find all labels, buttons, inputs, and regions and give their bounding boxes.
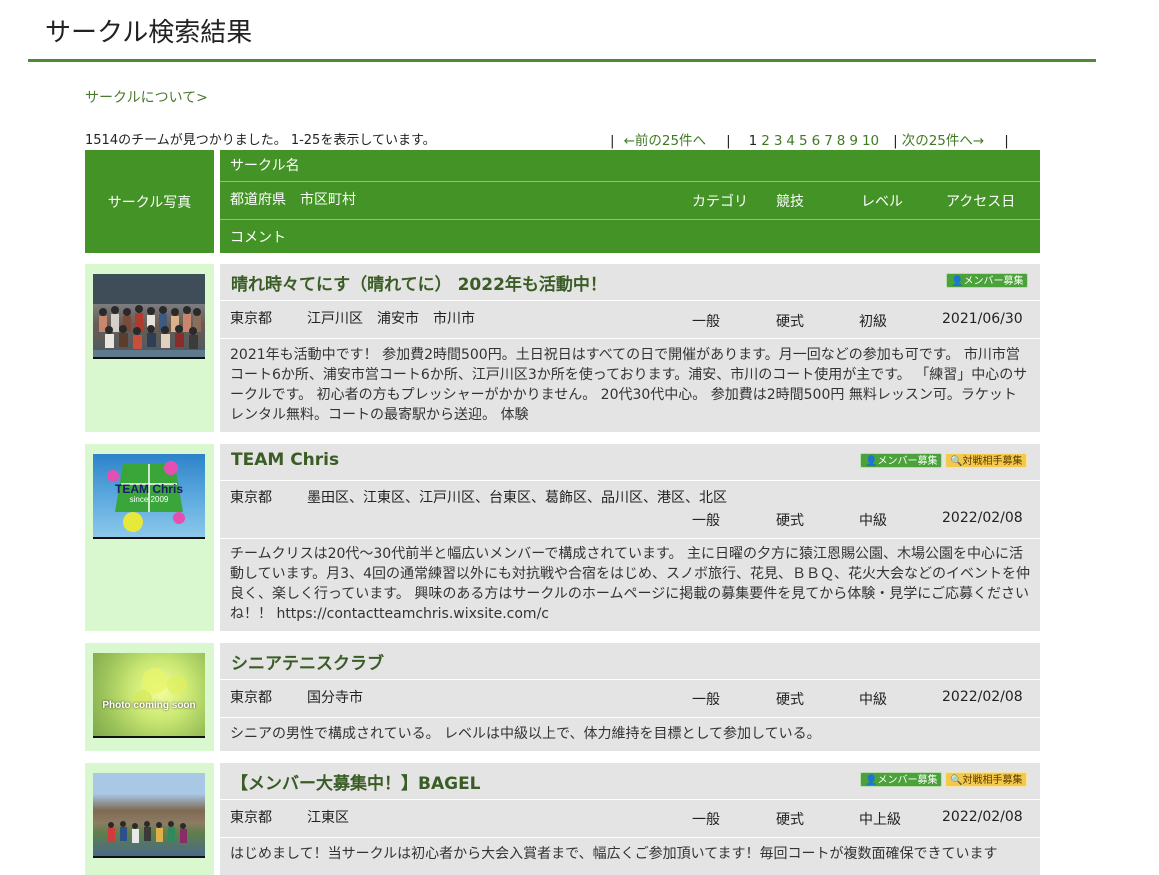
page-9-link[interactable]: 9	[849, 133, 858, 149]
circle-prefecture: 東京都	[230, 311, 272, 327]
next-page-link[interactable]: 次の25件へ→	[902, 133, 985, 149]
header-level: レベル	[861, 194, 903, 210]
circle-category: 一般	[692, 314, 720, 330]
circle-sport: 硬式	[776, 812, 804, 828]
pager-separator: |	[726, 133, 731, 149]
circle-photo-cell	[85, 264, 214, 432]
circle-access-date: 2021/06/30	[942, 311, 1023, 327]
circle-city: 墨田区、江東区、江戸川区、台東区、葛飾区、品川区、港区、北区	[307, 490, 727, 506]
team-logo-text: TEAM Chris	[114, 482, 183, 496]
pager-separator: |	[610, 133, 615, 149]
header-category: カテゴリ	[692, 194, 748, 210]
title-divider	[28, 59, 1096, 62]
circle-name[interactable]: 【メンバー大募集中！】BAGEL	[231, 769, 481, 794]
circle-level: 中級	[859, 692, 887, 708]
circle-card[interactable]: TEAM Chris 👤メンバー募集 🔍対戦相手募集 東京都 墨田区、江東区、江…	[220, 444, 1040, 631]
page-2-link[interactable]: 2	[761, 133, 770, 149]
circle-card[interactable]: 【メンバー大募集中！】BAGEL 👤メンバー募集 🔍対戦相手募集 東京都 江東区…	[220, 763, 1040, 875]
circle-category: 一般	[692, 513, 720, 529]
circle-level: 初級	[859, 314, 887, 330]
person-icon: 👤	[865, 775, 878, 786]
page-5-link[interactable]: 5	[799, 133, 808, 149]
opponent-recruiting-badge: 🔍対戦相手募集	[945, 453, 1028, 468]
member-recruiting-badge: 👤メンバー募集	[946, 273, 1029, 288]
page-title: サークル検索結果	[45, 18, 253, 48]
page-4-link[interactable]: 4	[786, 133, 795, 149]
circle-card[interactable]: シニアテニスクラブ 東京都 国分寺市 一般 硬式 中級 2022/02/08 シ…	[220, 643, 1040, 751]
circle-access-date: 2022/02/08	[942, 689, 1023, 705]
circle-prefecture: 東京都	[230, 810, 272, 826]
circle-name[interactable]: TEAM Chris	[231, 450, 339, 470]
circle-city: 江戸川区 浦安市 市川市	[307, 311, 475, 327]
pagination: | ←前の25件へ | 1 2 3 4 5 6 7 8 9 10 | 次の25件へ→ |	[610, 129, 1018, 149]
circle-card[interactable]: 晴れ時々てにす（晴れてに） 2022年も活動中！ 👤メンバー募集 東京都 江戸川…	[220, 264, 1040, 432]
prev-page-link[interactable]: ←前の25件へ	[624, 133, 707, 149]
circle-access-date: 2022/02/08	[942, 510, 1023, 526]
page-10-link[interactable]: 10	[862, 133, 879, 149]
person-icon: 👤	[951, 276, 964, 287]
circle-photo[interactable]: TEAM Chris since 2009	[93, 454, 205, 539]
photo-placeholder-text: Photo coming soon	[102, 700, 196, 711]
page-7-link[interactable]: 7	[824, 133, 833, 149]
circle-city: 江東区	[307, 810, 349, 826]
result-count: 1514のチームが見つかりました。 1-25を表示しています。	[85, 133, 436, 148]
group-photo-icon	[93, 274, 205, 357]
header-circle-name: サークル名	[230, 158, 300, 174]
circle-photo[interactable]	[93, 773, 205, 858]
search-icon: 🔍	[950, 775, 963, 786]
circle-photo[interactable]: Photo coming soon	[93, 653, 205, 738]
circle-photo-cell: TEAM Chris since 2009	[85, 444, 214, 631]
circle-access-date: 2022/02/08	[942, 809, 1023, 825]
circle-prefecture: 東京都	[230, 690, 272, 706]
circle-name[interactable]: 晴れ時々てにす（晴れてに） 2022年も活動中！	[231, 270, 607, 295]
header-info-column: サークル名 都道府県 市区町村 カテゴリ 競技 レベル アクセス日 コメント	[220, 150, 1040, 253]
header-sport: 競技	[776, 194, 804, 210]
circle-sport: 硬式	[776, 692, 804, 708]
circle-level: 中級	[859, 513, 887, 529]
circle-photo-cell: Photo coming soon	[85, 643, 214, 751]
group-photo-icon	[108, 821, 187, 843]
circle-category: 一般	[692, 692, 720, 708]
team-logo-subtext: since 2009	[129, 495, 169, 504]
page-6-link[interactable]: 6	[812, 133, 821, 149]
page-8-link[interactable]: 8	[837, 133, 846, 149]
header-comment: コメント	[230, 230, 286, 246]
opponent-recruiting-badge: 🔍対戦相手募集	[945, 772, 1028, 787]
pager-separator: |	[1004, 133, 1009, 149]
circle-category: 一般	[692, 812, 720, 828]
circle-photo[interactable]	[93, 274, 205, 359]
circle-sport: 硬式	[776, 513, 804, 529]
circle-prefecture: 東京都	[230, 490, 272, 506]
page-1: 1	[748, 133, 758, 149]
about-circles-link[interactable]: サークルについて>	[85, 87, 208, 107]
circle-sport: 硬式	[776, 314, 804, 330]
circle-photo-cell	[85, 763, 214, 875]
circle-city: 国分寺市	[307, 690, 363, 706]
header-access-date: アクセス日	[946, 194, 1016, 210]
header-location: 都道府県 市区町村	[230, 192, 356, 208]
circle-comment: チームクリスは20代〜30代前半と幅広いメンバーで構成されています。 主に日曜の…	[230, 546, 1030, 622]
circle-comment: はじめまして！当サークルは初心者から大会入賞者まで、幅広くご参加頂いてます！毎回…	[230, 846, 998, 862]
person-icon: 👤	[865, 456, 878, 467]
member-recruiting-badge: 👤メンバー募集	[860, 453, 943, 468]
member-recruiting-badge: 👤メンバー募集	[860, 772, 943, 787]
search-icon: 🔍	[950, 456, 963, 467]
circle-comment: シニアの男性で構成されている。 レベルは中級以上で、体力維持を目標として参加して…	[230, 726, 821, 742]
pager-separator: |	[893, 133, 898, 149]
circle-comment: 2021年も活動中です！ 参加費2時間500円。土日祝日はすべての日で開催があり…	[230, 347, 1028, 423]
circle-name[interactable]: シニアテニスクラブ	[231, 649, 384, 674]
page-3-link[interactable]: 3	[774, 133, 783, 149]
tennis-ball-icon	[134, 668, 187, 708]
header-photo-column: サークル写真	[85, 150, 214, 253]
circle-level: 中上級	[859, 812, 901, 828]
